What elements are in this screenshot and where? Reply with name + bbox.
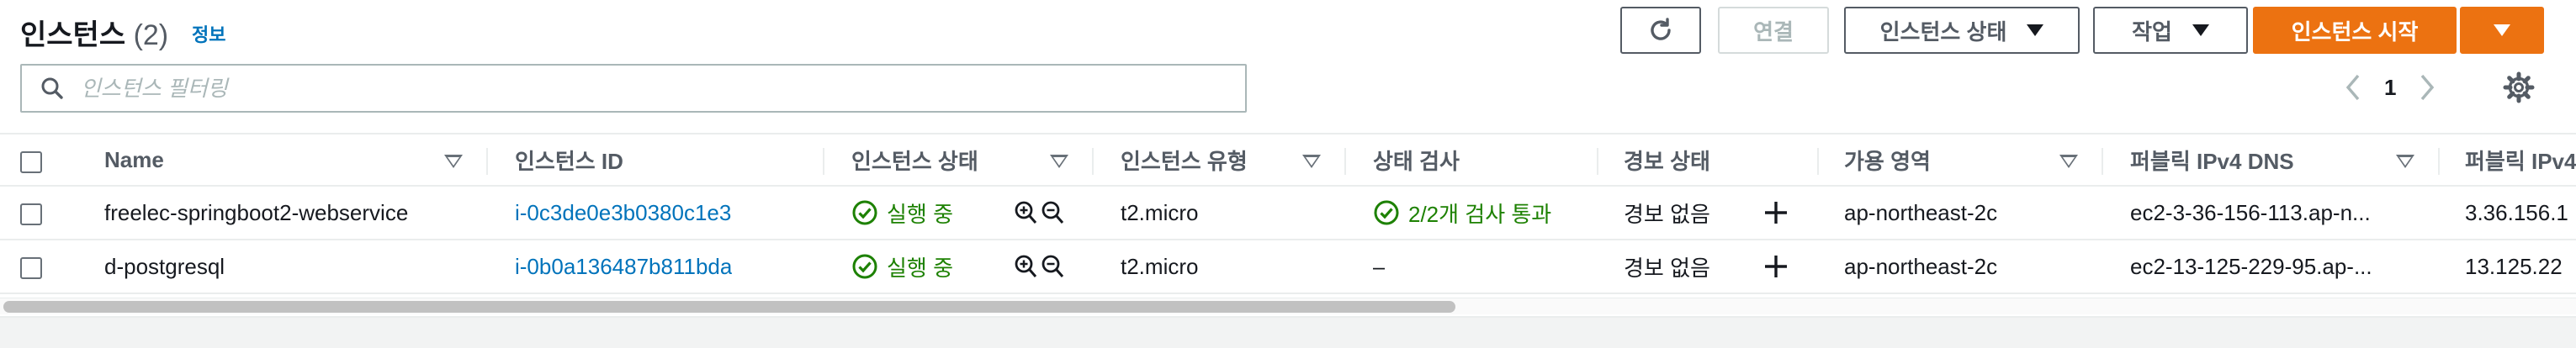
table-row[interactable]: d-postgresql i-0b0a136487b811bda 실행 중 t2…: [0, 240, 2576, 294]
column-resizer[interactable]: [1344, 148, 1346, 175]
instance-type: t2.micro: [1121, 253, 1199, 279]
instance-filter: [20, 64, 1247, 113]
public-dns: ec2-3-36-156-113.ap-n...: [2130, 199, 2371, 225]
info-link[interactable]: 정보: [192, 20, 225, 47]
column-resizer[interactable]: [1092, 148, 1094, 175]
horizontal-scrollbar[interactable]: [0, 298, 2576, 314]
instance-state-dropdown-label: 인스턴스 상태: [1879, 18, 2007, 45]
table-header: Name 인스턴스 ID 인스턴스 상태 인스턴스 유형 상태 검사 경보 상태…: [0, 133, 2576, 187]
sort-icon[interactable]: [1050, 155, 1068, 168]
public-ipv4: 13.125.22: [2465, 253, 2563, 279]
sort-icon[interactable]: [2059, 155, 2078, 168]
select-all-checkbox[interactable]: [20, 151, 42, 173]
refresh-icon: [1646, 16, 1675, 45]
availability-zone: ap-northeast-2c: [1844, 199, 1998, 225]
pagination: 1: [2344, 71, 2436, 104]
status-check: 2/2개 검사 통과: [1373, 187, 1551, 239]
connect-button-label: 연결: [1753, 18, 1794, 45]
instance-state-dropdown[interactable]: 인스턴스 상태: [1844, 7, 2080, 54]
column-header-availability-zone[interactable]: 가용 영역: [1844, 134, 1931, 185]
launch-instance-button[interactable]: 인스턴스 시작: [2253, 7, 2457, 54]
add-alarm-plus-icon[interactable]: [1762, 198, 1790, 227]
instance-state: 실행 중: [851, 240, 953, 293]
zoom-out-icon[interactable]: [1040, 198, 1065, 227]
actions-dropdown[interactable]: 작업: [2093, 7, 2248, 54]
alarm-status: 경보 없음: [1624, 255, 1710, 281]
page-number[interactable]: 1: [2384, 75, 2396, 101]
connect-button[interactable]: 연결: [1718, 7, 1829, 54]
column-resizer[interactable]: [2102, 148, 2103, 175]
search-icon: [40, 76, 64, 100]
column-header-alarm-status[interactable]: 경보 상태: [1624, 134, 1710, 185]
launch-options-dropdown[interactable]: [2460, 7, 2544, 54]
launch-instance-button-label: 인스턴스 시작: [2291, 18, 2419, 45]
column-header-public-dns[interactable]: 퍼블릭 IPv4 DNS: [2130, 134, 2294, 185]
zoom-in-icon[interactable]: [1013, 252, 1038, 281]
zoom-out-icon[interactable]: [1040, 252, 1065, 281]
status-check-text: 2/2개 검사 통과: [1408, 201, 1552, 227]
next-page-icon[interactable]: [2418, 73, 2436, 102]
caret-down-icon: [2027, 24, 2044, 36]
table-row[interactable]: freelec-springboot2-webservice i-0c3de0e…: [0, 187, 2576, 240]
scrollbar-thumb[interactable]: [3, 301, 1455, 313]
status-check-text: –: [1373, 253, 1386, 279]
sort-icon[interactable]: [2396, 155, 2414, 168]
column-resizer[interactable]: [2438, 148, 2440, 175]
column-resizer[interactable]: [1817, 148, 1819, 175]
sort-icon[interactable]: [1302, 155, 1321, 168]
instance-state-text: 실행 중: [887, 255, 953, 281]
zoom-in-icon[interactable]: [1013, 198, 1038, 227]
column-header-instance-state[interactable]: 인스턴스 상태: [851, 134, 978, 185]
column-resizer[interactable]: [823, 148, 824, 175]
instance-id-link[interactable]: i-0b0a136487b811bda: [515, 240, 732, 293]
availability-zone: ap-northeast-2c: [1844, 253, 1998, 279]
check-circle-icon: [851, 199, 878, 226]
row-checkbox[interactable]: [20, 203, 42, 225]
settings-gear-icon[interactable]: [2502, 71, 2536, 104]
instance-state-text: 실행 중: [887, 201, 953, 227]
instance-name: freelec-springboot2-webservice: [104, 199, 409, 225]
instance-state: 실행 중: [851, 187, 953, 239]
zoom-controls: [1013, 198, 1065, 227]
page-title-text: 인스턴스: [20, 19, 126, 51]
column-header-name[interactable]: Name: [104, 134, 164, 185]
search-input[interactable]: [81, 75, 1174, 102]
check-circle-icon: [851, 253, 878, 280]
public-dns: ec2-13-125-229-95.ap-...: [2130, 253, 2372, 279]
column-resizer[interactable]: [486, 148, 488, 175]
actions-dropdown-label: 작업: [2132, 18, 2172, 45]
instance-name: d-postgresql: [104, 253, 225, 279]
bottom-panel-divider: [0, 316, 2576, 348]
refresh-button[interactable]: [1620, 7, 1701, 54]
column-header-instance-id[interactable]: 인스턴스 ID: [515, 134, 623, 185]
public-ipv4: 3.36.156.1: [2465, 199, 2568, 225]
column-header-status-check[interactable]: 상태 검사: [1373, 134, 1460, 185]
previous-page-icon[interactable]: [2344, 73, 2362, 102]
check-circle-icon: [1373, 199, 1400, 226]
zoom-controls: [1013, 252, 1065, 281]
row-checkbox[interactable]: [20, 257, 42, 279]
instance-id-link[interactable]: i-0c3de0e3b0380c1e3: [515, 187, 731, 239]
column-header-instance-type[interactable]: 인스턴스 유형: [1121, 134, 1248, 185]
column-resizer[interactable]: [1597, 148, 1598, 175]
add-alarm-plus-icon[interactable]: [1762, 252, 1790, 281]
column-header-public-ipv4[interactable]: 퍼블릭 IPv4: [2465, 134, 2576, 185]
instance-type: t2.micro: [1121, 199, 1199, 225]
caret-down-icon: [2192, 24, 2209, 36]
sort-icon[interactable]: [444, 155, 463, 168]
caret-down-icon: [2494, 24, 2510, 36]
page-title: 인스턴스 (2): [20, 12, 168, 53]
alarm-status: 경보 없음: [1624, 201, 1710, 227]
instance-count: (2): [133, 19, 169, 51]
